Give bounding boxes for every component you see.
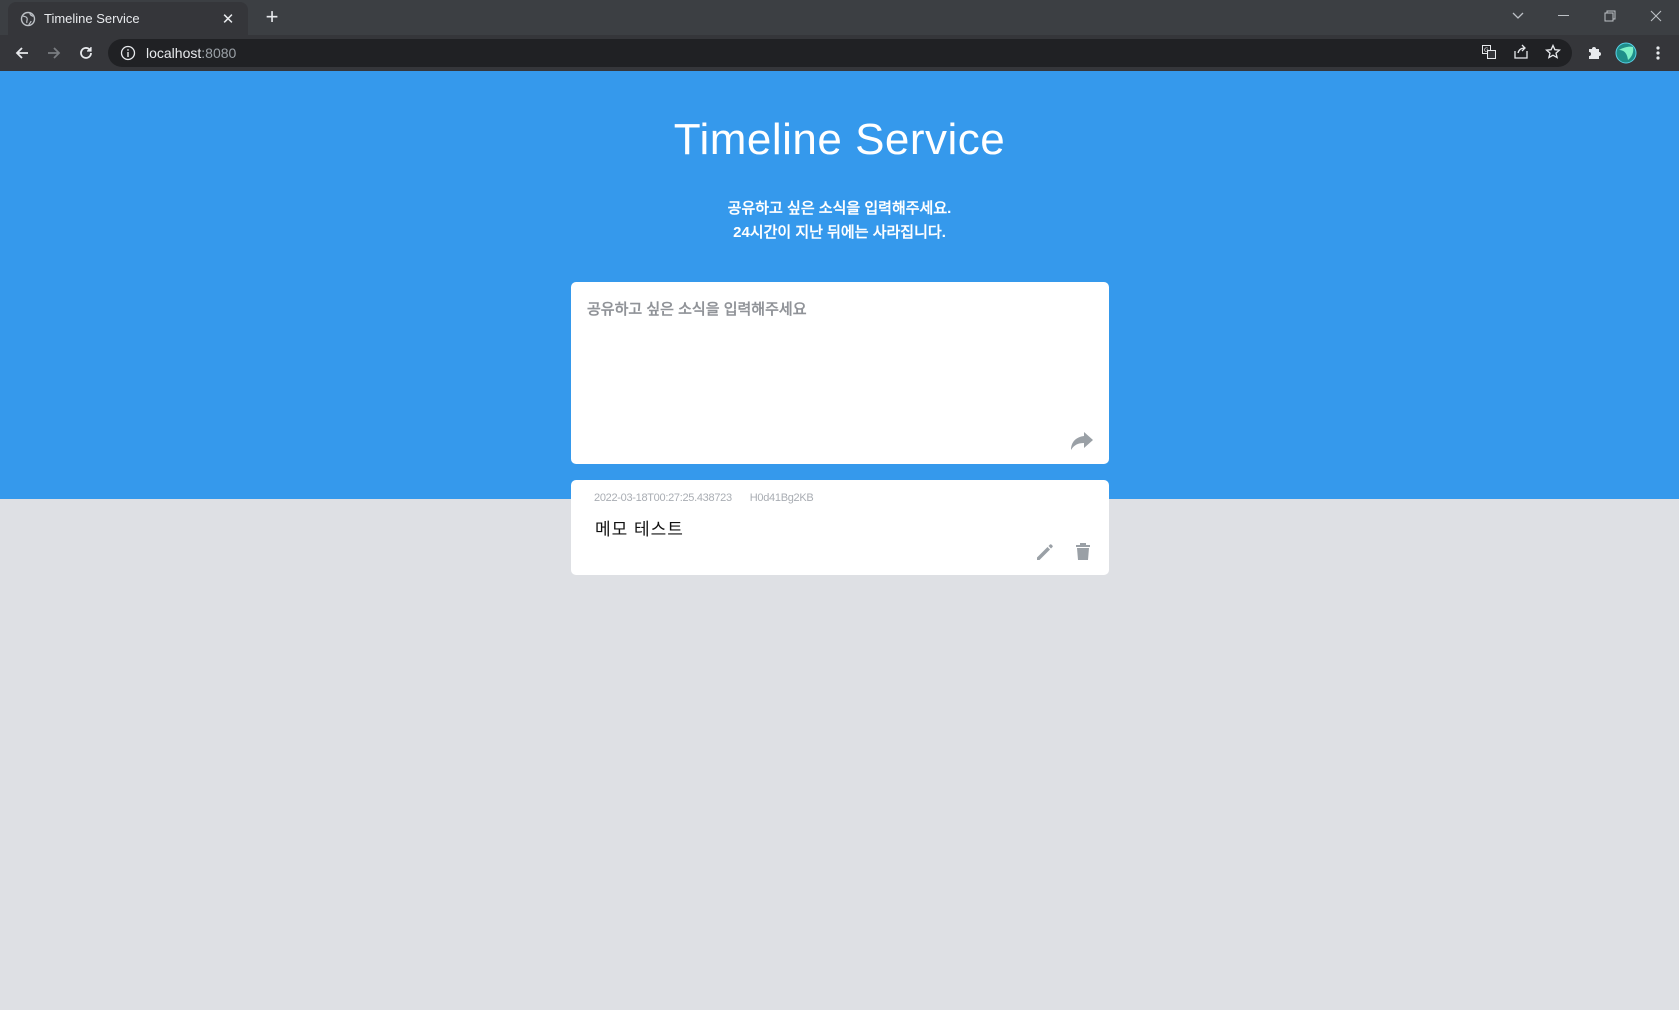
browser-toolbar: localhost:8080 G: [0, 35, 1679, 71]
restore-button[interactable]: [1587, 0, 1633, 32]
share-icon[interactable]: [1510, 41, 1532, 63]
page-subtitle: 공유하고 싶은 소식을 입력해주세요. 24시간이 지난 뒤에는 사라집니다.: [0, 197, 1679, 245]
site-info-icon[interactable]: [120, 45, 136, 61]
post-user-id: H0d41Bg2KB: [749, 492, 814, 504]
profile-avatar[interactable]: [1614, 41, 1638, 65]
svg-text:G: G: [1484, 47, 1489, 54]
share-arrow-icon[interactable]: [1069, 430, 1095, 452]
address-bar[interactable]: localhost:8080: [108, 39, 1572, 67]
new-tab-button[interactable]: +: [258, 4, 286, 32]
post-content: 메모 테스트: [595, 520, 684, 539]
extensions-puzzle-icon[interactable]: [1582, 41, 1606, 65]
browser-tab[interactable]: Timeline Service ✕: [8, 2, 248, 35]
tab-title: Timeline Service: [44, 11, 140, 26]
page-title: Timeline Service: [673, 115, 1006, 164]
reload-button[interactable]: [72, 39, 100, 67]
page-content: Timeline Service 공유하고 싶은 소식을 입력해주세요. 24시…: [0, 71, 1679, 1010]
post-input[interactable]: [587, 298, 1093, 418]
globe-icon: [20, 11, 36, 27]
post-composer: [571, 282, 1109, 464]
browser-tabstrip: Timeline Service ✕ +: [0, 0, 1679, 35]
subtitle-line-1: 공유하고 싶은 소식을 입력해주세요.: [727, 200, 952, 217]
pencil-icon[interactable]: [1033, 540, 1057, 564]
menu-kebab-icon[interactable]: [1646, 41, 1670, 65]
bookmark-star-icon[interactable]: [1542, 41, 1564, 63]
back-button[interactable]: [8, 39, 36, 67]
post-timestamp: 2022-03-18T00:27:25.438723: [594, 492, 732, 504]
post-card: 2022-03-18T00:27:25.438723 H0d41Bg2KB 메모 …: [571, 480, 1109, 575]
post-meta: 2022-03-18T00:27:25.438723 H0d41Bg2KB: [594, 492, 814, 504]
forward-button[interactable]: [40, 39, 68, 67]
url-host: localhost: [146, 45, 202, 61]
trash-icon[interactable]: [1071, 540, 1095, 564]
close-window-button[interactable]: [1633, 0, 1679, 32]
tab-search-icon[interactable]: [1495, 0, 1541, 32]
url-port: :8080: [201, 45, 237, 61]
tab-close-icon[interactable]: ✕: [220, 10, 236, 28]
subtitle-line-2: 24시간이 지난 뒤에는 사라집니다.: [733, 224, 946, 241]
translate-icon[interactable]: G: [1478, 41, 1500, 63]
minimize-button[interactable]: [1541, 0, 1587, 32]
